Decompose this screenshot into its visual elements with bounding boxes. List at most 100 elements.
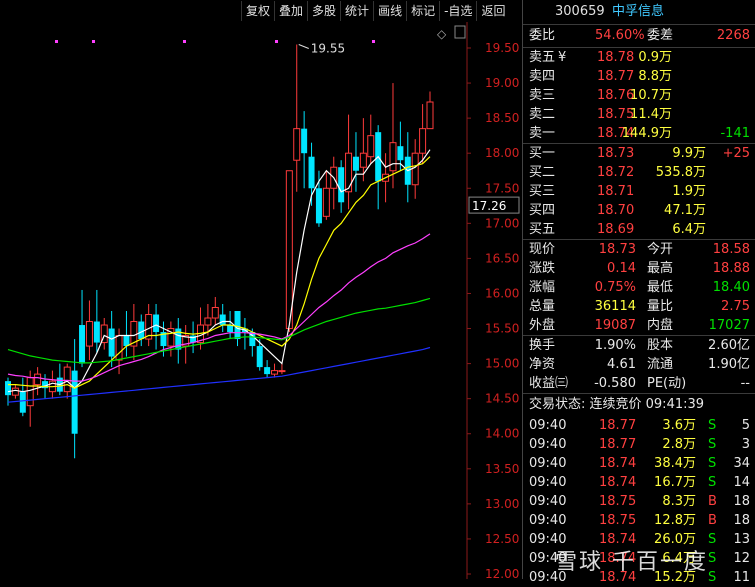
candle-body	[271, 370, 279, 375]
bid-volume: 47.1万	[664, 203, 706, 218]
stat-value: -0.580	[594, 376, 636, 391]
toolbar-button-mark[interactable]: 标记	[406, 1, 439, 21]
candle-body	[352, 156, 359, 171]
tick-volume: 16.7万	[654, 475, 696, 490]
candle-body	[204, 317, 212, 326]
candle-body	[338, 167, 345, 203]
tick-time: 09:40	[529, 513, 567, 528]
stat-label: 总量	[529, 299, 556, 314]
ask-label: 卖一	[529, 126, 556, 141]
stat-value: 2.60亿	[708, 338, 750, 353]
candlestick-chart[interactable]: 19.50 19.00 18.50 18.00 17.50 17.00 16.50 16.00…	[0, 0, 522, 579]
tick-side: B	[708, 494, 717, 509]
tick-row: 09:40 18.74 38.4万 S 34	[523, 454, 755, 473]
candle-body	[256, 346, 263, 368]
toolbar-button-draw[interactable]: 画线	[373, 1, 406, 21]
tick-time: 09:40	[529, 437, 567, 452]
tick-price: 18.75	[599, 494, 637, 509]
stat-value: 0.75%	[594, 280, 636, 295]
tick-count: 18	[733, 494, 750, 509]
tick-count: 14	[733, 475, 750, 490]
toolbar-button-overlay[interactable]: 叠加	[274, 1, 307, 21]
price-tick-label: 15.00	[485, 357, 519, 371]
stat-label: 最低	[647, 280, 674, 295]
price-tick-label: 18.00	[485, 146, 519, 160]
tick-count: 5	[741, 418, 750, 433]
stock-name[interactable]: 中孚信息	[612, 0, 664, 24]
price-tick-label: 13.50	[485, 462, 519, 476]
tick-row: 09:40 18.77 2.8万 S 3	[523, 435, 755, 454]
candle-body	[85, 321, 93, 347]
candle-body	[5, 381, 11, 396]
bid-label: 买一	[529, 146, 556, 161]
stat-value: 2.75	[721, 299, 750, 314]
ask-row: 卖五 18.78 0.9万 ¥	[523, 48, 755, 67]
candle-body	[19, 391, 26, 413]
webi-label: 委比	[529, 28, 556, 43]
ask-price: 18.78	[597, 50, 635, 65]
weicha-value: 2268	[716, 28, 750, 43]
price-tick-label: 15.50	[485, 322, 519, 336]
tick-side: S	[708, 437, 717, 452]
webi-row: 委比 54.60% 委差 2268	[523, 24, 755, 47]
event-marker	[183, 40, 186, 43]
trade-status-text: 交易状态: 连续竞价 09:41:39	[529, 397, 705, 412]
ask-volume: 144.9万	[621, 126, 672, 141]
tick-time: 09:40	[529, 456, 567, 471]
ask-volume: 10.7万	[630, 88, 672, 103]
stock-code: 300659	[555, 4, 605, 19]
candle-body	[79, 325, 86, 364]
bid-price: 18.69	[597, 222, 635, 237]
stat-label: 换手	[529, 338, 556, 353]
ask-volume: 11.4万	[630, 107, 672, 122]
stat-row: 收益㈢ -0.580 PE(动) --	[523, 374, 755, 393]
candle-body	[411, 152, 419, 186]
candle-body	[322, 187, 330, 217]
stat-value: 1.90%	[594, 338, 636, 353]
stats-block-2: 换手 1.90% 股本 2.60亿 净资 4.61 流通 1.90亿 收益㈢ -0.580 PE(动…	[523, 335, 755, 393]
price-tick-label: 12.50	[485, 532, 519, 546]
candle-body	[219, 314, 226, 326]
ask-row: 卖三 18.76 10.7万	[523, 86, 755, 105]
toolbar-button-stats[interactable]: 统计	[340, 1, 373, 21]
ask-price: 18.76	[597, 88, 635, 103]
ask-change: -141	[720, 126, 750, 141]
tick-count: 3	[741, 437, 750, 452]
tick-volume: 2.8万	[662, 437, 696, 452]
price-tick-label: 14.50	[485, 392, 519, 406]
bid-volume: 1.9万	[672, 184, 706, 199]
event-marker	[275, 40, 278, 43]
candle-body	[153, 314, 160, 333]
tick-price: 18.77	[599, 437, 637, 452]
diamond-icon[interactable]: ◇	[437, 27, 447, 41]
tick-row: 09:40 18.77 3.6万 S 5	[523, 416, 755, 435]
price-tick-label: 19.50	[485, 41, 519, 55]
chart-toolbar: 复权 叠加 多股 统计 画线 标记 -自选 返回	[241, 0, 522, 22]
price-tick-label: 16.50	[485, 251, 519, 265]
toolbar-button-back[interactable]: 返回	[476, 1, 509, 21]
tick-row: 09:40 18.75 8.3万 B 18	[523, 492, 755, 511]
stat-label: 涨幅	[529, 280, 556, 295]
stat-label: 流通	[647, 357, 674, 372]
candle-body	[389, 142, 397, 172]
event-marker	[92, 40, 95, 43]
stat-value: 17027	[708, 318, 750, 333]
price-tick-label: 17.00	[485, 216, 519, 230]
price-tick-label: 16.00	[485, 286, 519, 300]
bid-row: 买三 18.71 1.9万	[523, 182, 755, 201]
tick-count: 18	[733, 513, 750, 528]
ask-volume: 8.8万	[638, 69, 672, 84]
stat-label: 收益㈢	[529, 376, 569, 391]
candle-body	[301, 128, 308, 154]
candle-body	[426, 101, 434, 130]
trade-status: 交易状态: 连续竞价 09:41:39	[523, 393, 755, 416]
bid-label: 买三	[529, 184, 556, 199]
stat-label: 现价	[529, 242, 556, 257]
toolbar-button-fuquan[interactable]: 复权	[241, 1, 274, 21]
toolbar-button-multi[interactable]: 多股	[307, 1, 340, 21]
current-price-tag: 17.26	[472, 199, 506, 213]
tick-price: 18.74	[599, 456, 637, 471]
toolbar-button-watchlist[interactable]: -自选	[439, 1, 476, 21]
event-marker	[372, 40, 375, 43]
tick-side: S	[708, 570, 717, 585]
